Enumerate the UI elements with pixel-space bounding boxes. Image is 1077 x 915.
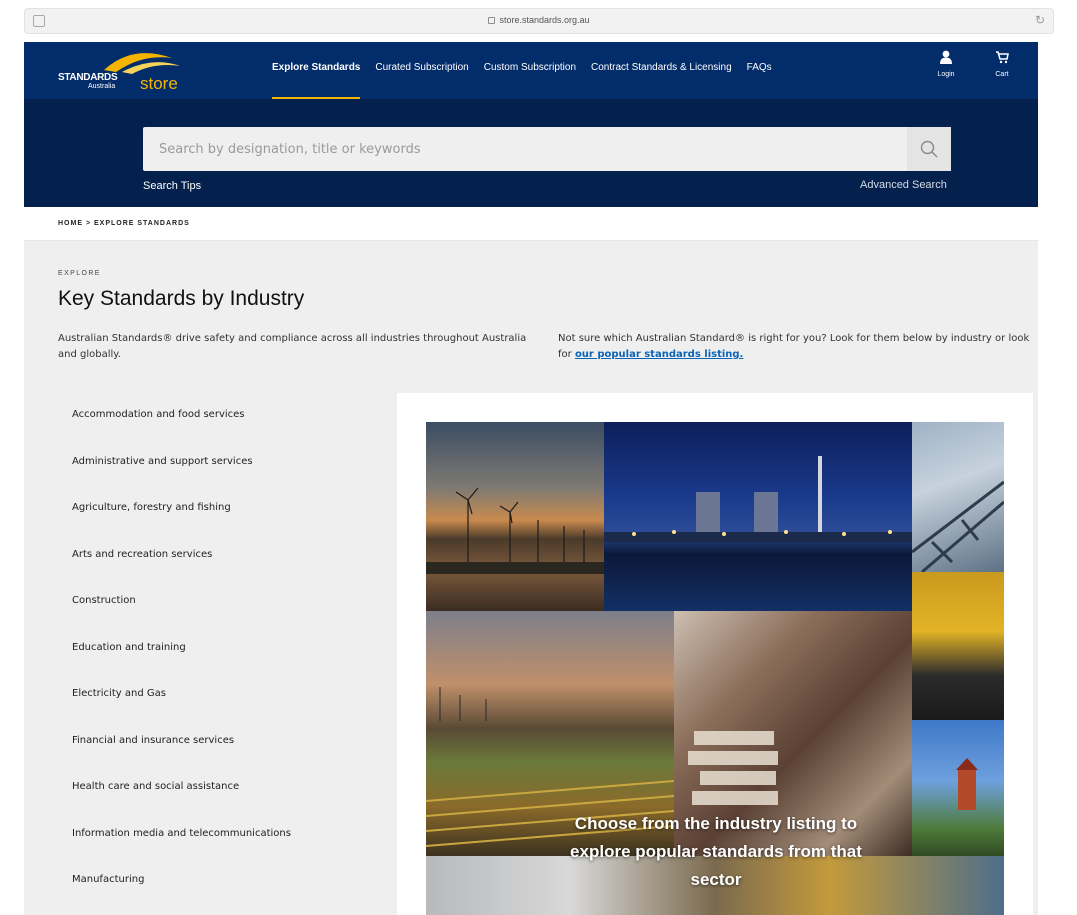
logo-swoosh-icon xyxy=(104,53,180,74)
page-title: Key Standards by Industry xyxy=(58,287,305,310)
yellow-train-photo xyxy=(912,572,1004,720)
industry-item[interactable]: Administrative and support services xyxy=(72,456,291,503)
site-logo[interactable]: STANDARDS Australia store xyxy=(58,47,188,95)
breadcrumb-bar: HOME > EXPLORE STANDARDS xyxy=(24,207,1038,241)
nav-faqs[interactable]: FAQs xyxy=(747,42,772,99)
user-icon xyxy=(926,50,966,68)
industry-item[interactable]: Financial and insurance services xyxy=(72,735,291,782)
login-button[interactable]: Login xyxy=(926,50,966,78)
url-text: store.standards.org.au xyxy=(499,15,590,25)
industry-item[interactable]: Health care and social assistance xyxy=(72,781,291,828)
intro-text-secondary: Not sure which Australian Standard® is r… xyxy=(558,331,1038,363)
url-display[interactable]: store.standards.org.au xyxy=(25,15,1053,25)
nav-explore-standards[interactable]: Explore Standards xyxy=(272,42,361,99)
section-eyebrow: EXPLORE xyxy=(58,270,101,277)
industry-list: Accommodation and food services Administ… xyxy=(72,409,291,915)
browser-address-bar: store.standards.org.au ↻ xyxy=(24,8,1054,34)
logo-text-australia: Australia xyxy=(88,83,116,90)
lock-icon xyxy=(488,17,496,24)
logo-text-standards: STANDARDS xyxy=(58,72,118,83)
industry-item[interactable]: Accommodation and food services xyxy=(72,409,291,456)
wind-farm-sunset-photo xyxy=(426,422,604,611)
nav-custom-subscription[interactable]: Custom Subscription xyxy=(484,42,576,99)
industry-photo-collage: Choose from the industry listing to expl… xyxy=(426,422,1004,915)
cart-button[interactable]: Cart xyxy=(982,50,1022,78)
bridge-structure-photo xyxy=(912,422,1004,572)
intro-text: Australian Standards® drive safety and c… xyxy=(58,333,527,360)
search-band: Search Tips Advanced Search xyxy=(24,99,1038,207)
main-nav: Explore Standards Curated Subscription C… xyxy=(272,42,787,99)
industry-item[interactable]: Arts and recreation services xyxy=(72,549,291,596)
industry-item[interactable]: Electricity and Gas xyxy=(72,688,291,735)
industry-item[interactable]: Construction xyxy=(72,595,291,642)
industry-item[interactable]: Manufacturing xyxy=(72,874,291,915)
industry-item[interactable]: Education and training xyxy=(72,642,291,689)
logo-text-store: store xyxy=(140,74,178,93)
advanced-search-link[interactable]: Advanced Search xyxy=(860,179,947,191)
cart-icon xyxy=(982,50,1022,68)
reload-icon[interactable]: ↻ xyxy=(1035,13,1045,27)
search-tips-link[interactable]: Search Tips xyxy=(143,180,201,192)
nav-contract-standards[interactable]: Contract Standards & Licensing xyxy=(591,42,732,99)
main-content: EXPLORE Key Standards by Industry Austra… xyxy=(24,241,1038,915)
playground-photo xyxy=(912,720,1004,856)
nav-curated-subscription[interactable]: Curated Subscription xyxy=(375,42,468,99)
login-label: Login xyxy=(937,71,955,78)
cart-label: Cart xyxy=(995,71,1009,78)
search-icon xyxy=(920,140,938,158)
search-box xyxy=(143,127,951,171)
breadcrumb[interactable]: HOME > EXPLORE STANDARDS xyxy=(58,220,190,227)
search-input[interactable] xyxy=(143,127,905,171)
industry-item[interactable]: Agriculture, forestry and fishing xyxy=(72,502,291,549)
hero-card: Choose from the industry listing to expl… xyxy=(397,393,1033,915)
popular-standards-link[interactable]: our popular standards listing. xyxy=(575,349,743,360)
search-button[interactable] xyxy=(907,127,951,171)
site-header: STANDARDS Australia store Explore Standa… xyxy=(24,42,1038,99)
industry-item[interactable]: Information media and telecommunications xyxy=(72,828,291,875)
power-station-night-photo xyxy=(604,422,912,611)
hero-caption: Choose from the industry listing to expl… xyxy=(570,814,862,889)
